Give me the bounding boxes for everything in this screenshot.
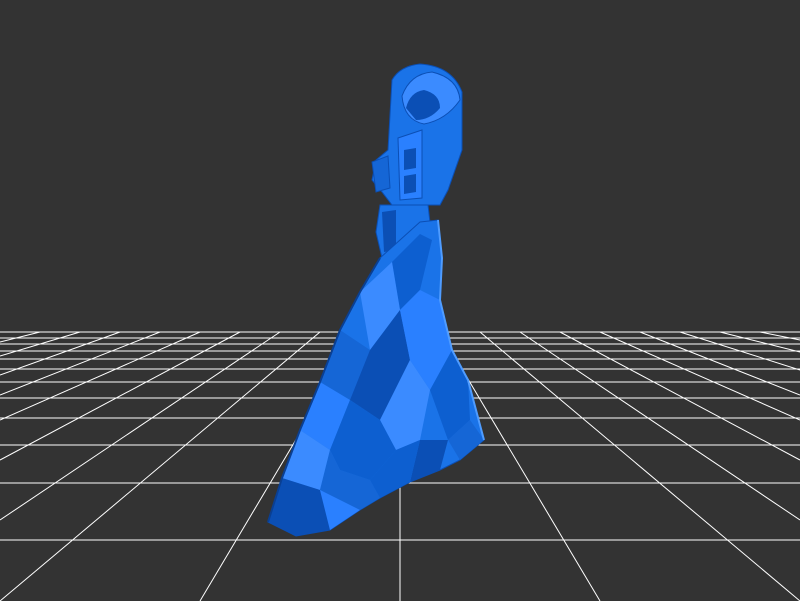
scene-canvas[interactable] bbox=[0, 0, 800, 601]
model-face-panel-detail bbox=[404, 148, 416, 170]
model-face-panel-detail bbox=[404, 174, 416, 194]
3d-viewport[interactable] bbox=[0, 0, 800, 601]
